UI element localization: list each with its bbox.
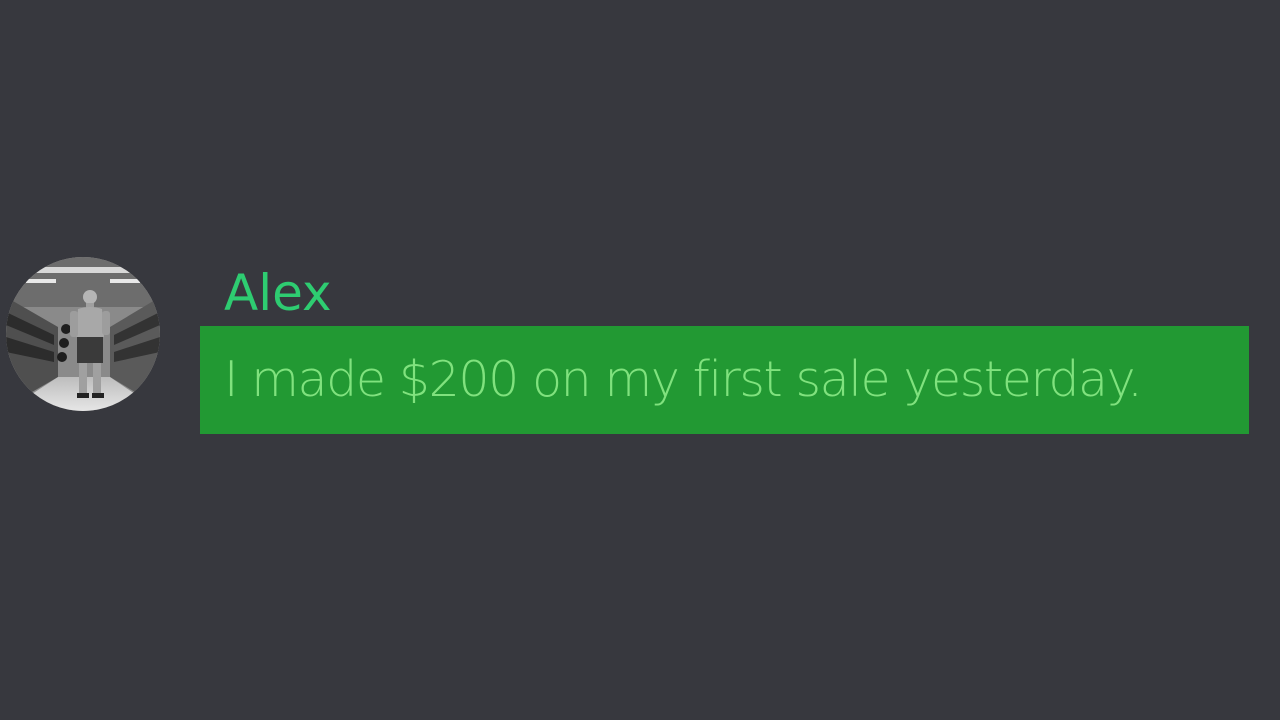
message-author-name[interactable]: Alex: [224, 262, 332, 324]
user-avatar[interactable]: [6, 257, 160, 411]
chat-message: Alex I made $200 on my first sale yester…: [0, 0, 1280, 720]
chat-view: Alex I made $200 on my first sale yester…: [0, 0, 1280, 720]
avatar-photo-icon: [6, 257, 160, 411]
message-highlight: I made $200 on my first sale yesterday.: [200, 326, 1249, 434]
message-text: I made $200 on my first sale yesterday.: [224, 351, 1143, 408]
